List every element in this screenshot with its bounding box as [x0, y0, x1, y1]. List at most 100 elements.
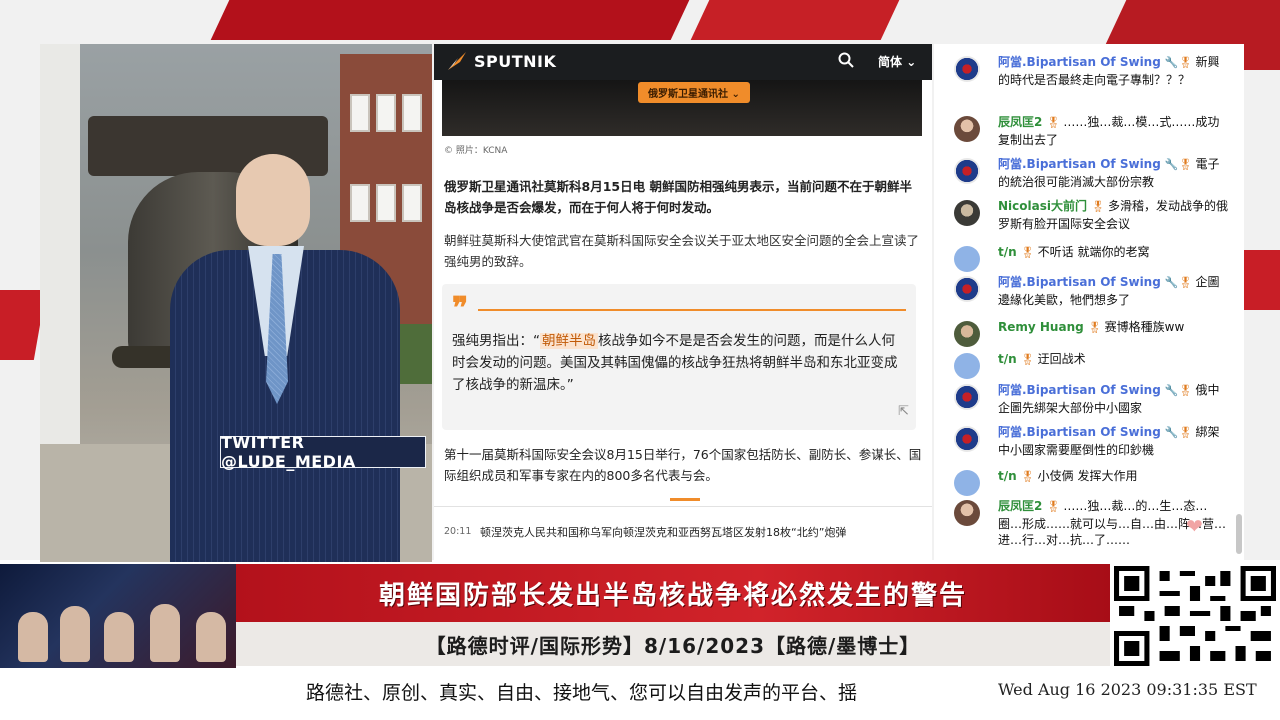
lower-third-banner: 朝鲜国防部长发出半岛核战争将必然发生的警告 【路德时评/国际形势】8/16/20…: [0, 564, 1280, 668]
chat-text: 小伎俩 发挥大作用: [1037, 469, 1138, 483]
article-lead: 俄罗斯卫星通讯社莫斯科8月15日电 朝鲜国防相强纯男表示，当前问题不在于朝鲜半岛…: [444, 179, 912, 215]
headline-title: 朝鲜国防部长发出半岛核战争将必然发生的警告: [378, 580, 967, 611]
window: [402, 94, 422, 132]
article-paragraph: 朝鲜驻莫斯科大使馆武官在莫斯科国际安全会议关于亚太地区安全问题的全会上宣读了强纯…: [444, 233, 920, 269]
search-icon[interactable]: [838, 52, 854, 72]
twitter-handle-label: TWITTER @LUDE_MEDIA: [220, 433, 426, 471]
avatar[interactable]: [954, 470, 980, 496]
badge-icon: 🔧🎖: [1164, 276, 1193, 289]
article-paragraph: 第十一届莫斯科国际安全会议8月15日举行，76个国家包括防长、副防长、参谋长、国…: [444, 447, 922, 483]
footer-bar: 路德社、原创、真实、自由、接地气、您可以自由发声的平台、揺 Wed Aug 16…: [0, 672, 1280, 720]
face-thumb: [60, 606, 90, 662]
share-icon[interactable]: ⇱: [898, 404, 909, 419]
photo-badge[interactable]: 俄罗斯卫星通讯社 ⌄: [638, 82, 750, 103]
chat-text: 不听话 就端你的老窝: [1037, 245, 1150, 259]
language-label: 简体: [878, 55, 903, 69]
chat-line: 阿當.Bipartisan Of Swing 🔧🎖 綁架中小國家需要壓倒性的印鈔機: [998, 424, 1228, 458]
chat-username[interactable]: Nicolasi大前门: [998, 199, 1087, 213]
host-person: [170, 154, 420, 562]
chat-line: 阿當.Bipartisan Of Swing 🔧🎖 企圖邊緣化美歐，牠們想多了: [998, 274, 1228, 308]
backdrop-stripe: [210, 0, 690, 40]
avatar[interactable]: [954, 321, 980, 347]
badge-icon: 🎖: [1046, 500, 1061, 513]
avatar[interactable]: [954, 426, 980, 452]
chat-username[interactable]: t/n: [998, 469, 1017, 483]
chat-username[interactable]: 阿當.Bipartisan Of Swing: [998, 383, 1161, 397]
chat-line: Remy Huang 🎖 赛博格種族ww: [998, 319, 1228, 337]
avatar[interactable]: [954, 353, 980, 379]
avatar[interactable]: [954, 500, 980, 526]
host-video: [40, 44, 432, 562]
badge-icon: 🎖: [1020, 246, 1035, 259]
quote-mark-icon: ❞: [452, 291, 469, 326]
chat-text: 迂回战术: [1037, 352, 1086, 366]
chat-username[interactable]: t/n: [998, 352, 1017, 366]
quote-prefix: 强纯男指出：“: [452, 333, 540, 349]
badge-icon: 🔧🎖: [1164, 158, 1193, 171]
badge-icon: 🔧🎖: [1164, 384, 1193, 397]
quote-text: 强纯男指出：“ 朝鲜半岛 核战争如今不是是否会发生的问题，而是什么人何时会发动的问题…: [452, 330, 908, 396]
badge-icon: 🎖: [1087, 321, 1102, 334]
chat-line: t/n 🎖 迂回战术: [998, 351, 1228, 369]
face-thumb: [196, 612, 226, 662]
avatar[interactable]: [954, 116, 980, 142]
quote-highlight-link[interactable]: 朝鲜半岛: [540, 333, 598, 349]
badge-icon: 🎖: [1046, 116, 1061, 129]
chat-username[interactable]: 阿當.Bipartisan Of Swing: [998, 55, 1161, 69]
brand-name: SPUTNIK: [474, 51, 557, 71]
avatar[interactable]: [954, 56, 980, 82]
badge-icon: 🎖: [1090, 200, 1105, 213]
section-divider: [670, 498, 700, 501]
qr-code-icon: [1114, 566, 1276, 666]
chat-line: 辰凤匡2 🎖 ……独…裁…模…式……成功复制出去了: [998, 114, 1228, 148]
avatar[interactable]: [954, 384, 980, 410]
chat-username[interactable]: Remy Huang: [998, 320, 1084, 334]
live-chat: 阿當.Bipartisan Of Swing 🔧🎖 新興的時代是否最終走向電子專制？…: [934, 44, 1244, 562]
language-selector[interactable]: 简体 ⌄: [878, 53, 916, 70]
article-photo: 俄罗斯卫星通讯社 ⌄: [442, 80, 922, 136]
ticker-time: 20:11: [444, 526, 472, 537]
scrolling-marquee: 路德社、原创、真实、自由、接地气、您可以自由发声的平台、揺: [306, 682, 858, 704]
badge-icon: 🔧🎖: [1164, 56, 1193, 69]
badge-icon: 🎖: [1020, 353, 1035, 366]
article-panel: SPUTNIK 简体 ⌄ 俄罗斯卫星通讯社 ⌄ © 照片：KCNA 俄罗斯卫星通…: [434, 44, 932, 562]
chat-line: 阿當.Bipartisan Of Swing 🔧🎖 電子的統治很可能消滅大部份宗教: [998, 156, 1228, 190]
badge-icon: 🔧🎖: [1164, 426, 1193, 439]
news-ticker[interactable]: 20:11 顿涅茨克人民共和国称乌军向顿涅茨克和亚西努瓦塔区发射18枚“北约”炮…: [434, 506, 932, 543]
chat-text: 赛博格種族ww: [1104, 320, 1185, 334]
avatar[interactable]: [954, 246, 980, 272]
photo-caption: © 照片：KCNA: [444, 146, 508, 156]
chat-line: 阿當.Bipartisan Of Swing 🔧🎖 新興的時代是否最終走向電子專制？…: [998, 54, 1228, 88]
chat-username[interactable]: 阿當.Bipartisan Of Swing: [998, 275, 1161, 289]
headline-subtitle: 【路德时评/国际形势】8/16/2023【路德/墨博士】: [236, 622, 1110, 666]
chat-username[interactable]: 辰凤匡2: [998, 115, 1042, 129]
head: [236, 154, 310, 246]
site-header: SPUTNIK 简体 ⌄: [434, 44, 932, 80]
face-thumb: [104, 612, 134, 662]
chat-username[interactable]: 阿當.Bipartisan Of Swing: [998, 425, 1161, 439]
heart-icon[interactable]: ❤: [1186, 514, 1203, 538]
chevron-down-icon: ⌄: [731, 89, 740, 100]
chat-line: t/n 🎖 小伎俩 发挥大作用: [998, 468, 1228, 486]
sputnik-logo-icon: [448, 52, 466, 70]
chat-line: 阿當.Bipartisan Of Swing 🔧🎖 俄中企圖先綁架大部份中小國家: [998, 382, 1228, 416]
chat-username[interactable]: 阿當.Bipartisan Of Swing: [998, 157, 1161, 171]
avatar[interactable]: [954, 158, 980, 184]
headline-bar: 朝鲜国防部长发出半岛核战争将必然发生的警告: [236, 564, 1110, 622]
avatar[interactable]: [954, 200, 980, 226]
badge-icon: 🎖: [1020, 470, 1035, 483]
sputnik-logo[interactable]: SPUTNIK: [446, 50, 556, 72]
article-quote: ❞ 强纯男指出：“ 朝鲜半岛 核战争如今不是是否会发生的问题，而是什么人何时会发动的…: [442, 284, 916, 430]
avatar[interactable]: [954, 276, 980, 302]
quote-divider: [478, 309, 906, 311]
chat-line: t/n 🎖 不听话 就端你的老窝: [998, 244, 1228, 262]
face-thumb: [150, 604, 180, 662]
chat-username[interactable]: 辰凤匡2: [998, 499, 1042, 513]
banner-thumbnail: [0, 564, 236, 668]
photo-badge-label: 俄罗斯卫星通讯社: [648, 89, 728, 100]
ticker-headline[interactable]: 顿涅茨克人民共和国称乌军向顿涅茨克和亚西努瓦塔区发射18枚“北约”炮弹: [480, 524, 846, 540]
window: [350, 94, 370, 132]
chat-username[interactable]: t/n: [998, 245, 1017, 259]
clock-readout: Wed Aug 16 2023 09:31:35 EST: [998, 680, 1257, 699]
chat-scrollbar[interactable]: [1236, 514, 1242, 554]
